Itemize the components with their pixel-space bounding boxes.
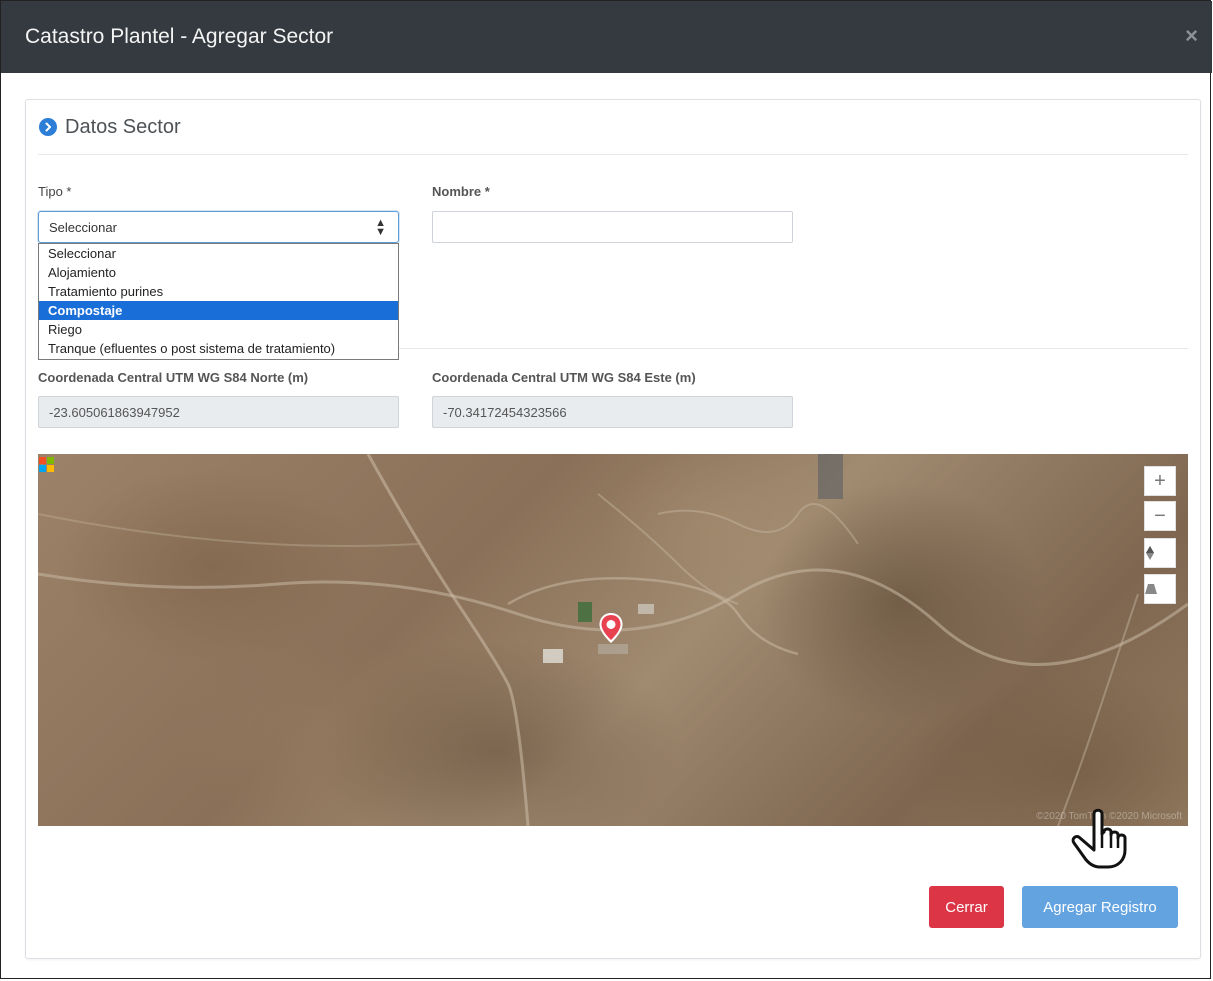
pitch-icon[interactable] bbox=[1144, 574, 1176, 604]
tipo-option-tranque[interactable]: Tranque (efluentes o post sistema de tra… bbox=[39, 339, 398, 358]
tipo-option-alojamiento[interactable]: Alojamiento bbox=[39, 263, 398, 282]
norte-input-value: -23.605061863947952 bbox=[49, 405, 180, 420]
tipo-dropdown-list: Seleccionar Alojamiento Tratamiento puri… bbox=[38, 243, 399, 360]
tipo-select-value: Seleccionar bbox=[49, 220, 117, 235]
close-button[interactable]: Cerrar bbox=[929, 886, 1004, 928]
divider bbox=[38, 154, 1188, 155]
este-input[interactable]: -70.34172454323566 bbox=[432, 396, 793, 428]
tipo-option-tratamiento-purines[interactable]: Tratamiento purines bbox=[39, 282, 398, 301]
tipo-option-compostaje[interactable]: Compostaje bbox=[39, 301, 398, 320]
chevron-right-circle-icon bbox=[39, 118, 57, 136]
tipo-option-riego[interactable]: Riego bbox=[39, 320, 398, 339]
sector-card: Datos Sector Tipo * Seleccionar ▲ ▼ Selec… bbox=[25, 99, 1201, 959]
satellite-map[interactable]: + − ©2020 TomTom ©2020 Microsoft bbox=[38, 454, 1188, 826]
hand-cursor-icon bbox=[1071, 808, 1127, 869]
microsoft-logo bbox=[39, 457, 55, 473]
location-pin-icon[interactable] bbox=[598, 612, 624, 644]
section-header: Datos Sector bbox=[39, 114, 181, 140]
zoom-in-button[interactable]: + bbox=[1144, 466, 1176, 496]
select-arrows-icon: ▲ ▼ bbox=[375, 217, 386, 238]
este-label: Coordenada Central UTM WG S84 Este (m) bbox=[432, 370, 696, 385]
tipo-option-seleccionar[interactable]: Seleccionar bbox=[39, 244, 398, 263]
nombre-label: Nombre * bbox=[432, 184, 490, 199]
zoom-out-button[interactable]: − bbox=[1144, 501, 1176, 531]
norte-input[interactable]: -23.605061863947952 bbox=[38, 396, 399, 428]
add-record-button[interactable]: Agregar Registro bbox=[1022, 886, 1178, 928]
modal-window: Catastro Plantel - Agregar Sector × Dato… bbox=[0, 0, 1212, 979]
norte-label: Coordenada Central UTM WG S84 Norte (m) bbox=[38, 370, 309, 385]
close-icon[interactable]: × bbox=[1185, 23, 1198, 49]
modal-header: Catastro Plantel - Agregar Sector × bbox=[1, 1, 1212, 73]
nombre-input[interactable] bbox=[432, 211, 793, 243]
compass-icon[interactable] bbox=[1144, 538, 1176, 568]
modal-title: Catastro Plantel - Agregar Sector bbox=[25, 25, 334, 48]
este-input-value: -70.34172454323566 bbox=[443, 405, 567, 420]
tipo-label: Tipo * bbox=[38, 184, 72, 199]
section-title: Datos Sector bbox=[65, 115, 181, 138]
tipo-select[interactable]: Seleccionar ▲ ▼ bbox=[38, 211, 399, 243]
